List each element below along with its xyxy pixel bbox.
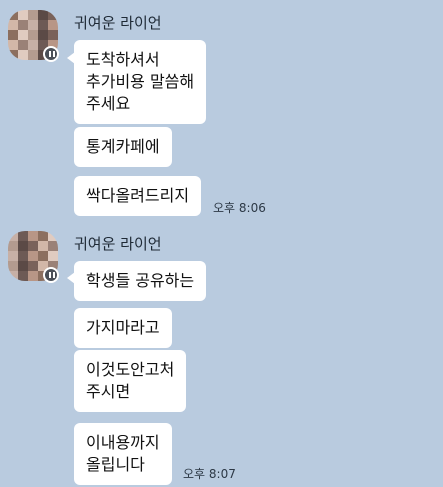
avatar-pixel (48, 251, 58, 261)
avatar-pixel (28, 241, 38, 251)
avatar-pixel (18, 30, 28, 40)
message-bubble[interactable]: 가지마라고 (74, 308, 172, 348)
avatar-pixel (18, 261, 28, 271)
sender-name: 귀여운 라이언 (74, 235, 162, 253)
avatar-pixel (8, 30, 18, 40)
avatar-pixel (28, 271, 38, 281)
message-bubble[interactable]: 도착하셔서 추가비용 말씀해 주세요 (74, 40, 207, 124)
avatar-pixel (48, 10, 58, 20)
avatar-pixel (28, 30, 38, 40)
message-bubble[interactable]: 통계카페에 (74, 127, 172, 167)
avatar-pixel (38, 10, 48, 20)
avatar-pixel (48, 241, 58, 251)
avatar-pixel (38, 30, 48, 40)
avatar-pixel (8, 20, 18, 30)
message-timestamp: 오후 8:06 (213, 201, 266, 215)
message-bubble[interactable]: 싹다올려드리지 (74, 176, 202, 216)
avatar-pixel (18, 231, 28, 241)
sender-name: 귀여운 라이언 (74, 14, 162, 32)
avatar-pixel (28, 10, 38, 20)
avatar-pixel (48, 30, 58, 40)
avatar-pixel (28, 251, 38, 261)
avatar-pixel (28, 261, 38, 271)
avatar-pixel (28, 231, 38, 241)
avatar-pixel (48, 20, 58, 30)
avatar-pixel (18, 40, 28, 50)
avatar-pixel (28, 20, 38, 30)
message-bubble[interactable]: 이내용까지 올립니다 (74, 423, 172, 485)
avatar-pixel (8, 241, 18, 251)
avatar-pixel (8, 261, 18, 271)
avatar-pixel (18, 251, 28, 261)
avatar-pixel (38, 20, 48, 30)
avatar-pixel (38, 251, 48, 261)
message-timestamp: 오후 8:07 (183, 467, 236, 481)
avatar-pixel (48, 231, 58, 241)
avatar-pixel (18, 241, 28, 251)
avatar-pixel (38, 231, 48, 241)
avatar-pixel (18, 50, 28, 60)
avatar-pixel (38, 241, 48, 251)
message-bubble[interactable]: 학생들 공유하는 (74, 261, 207, 301)
avatar-pixel (8, 40, 18, 50)
avatar-pixel (28, 40, 38, 50)
avatar-pixel (8, 231, 18, 241)
avatar-pixel (18, 10, 28, 20)
profile-badge-icon (43, 267, 59, 283)
profile-badge-icon (43, 46, 59, 62)
avatar-pixel (8, 50, 18, 60)
avatar-pixel (8, 251, 18, 261)
avatar-pixel (28, 50, 38, 60)
avatar-pixel (18, 20, 28, 30)
avatar-pixel (18, 271, 28, 281)
message-bubble[interactable]: 이것도안고처 주시면 (74, 350, 187, 412)
avatar-pixel (8, 10, 18, 20)
avatar-pixel (8, 271, 18, 281)
